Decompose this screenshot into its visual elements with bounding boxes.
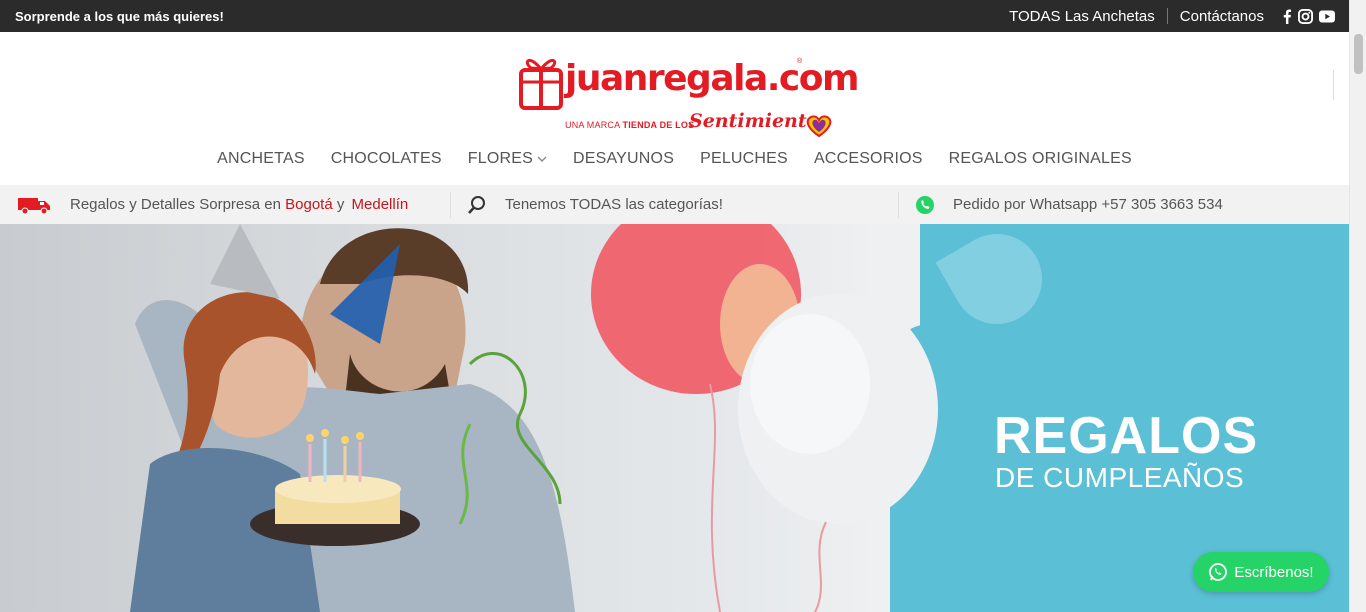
whatsapp-button-label: Escríbenos!: [1234, 563, 1314, 581]
site-header: juanregala.com ® UNA MARCA TIENDA DE LOS…: [0, 32, 1349, 185]
city-bogota-link[interactable]: Bogotá: [285, 196, 333, 213]
whatsapp-chat-button[interactable]: Escríbenos!: [1193, 552, 1329, 592]
instagram-icon[interactable]: [1298, 8, 1313, 24]
gift-logo-icon: [519, 59, 563, 110]
nav-label: PELUCHES: [700, 150, 788, 167]
nav-item-desayunos[interactable]: DESAYUNOS: [573, 150, 674, 168]
nav-label: ANCHETAS: [217, 150, 305, 167]
delivery-connector: y: [336, 196, 345, 213]
nav-label: DESAYUNOS: [572, 150, 675, 167]
chevron-down-icon: [537, 156, 547, 162]
hero-banner[interactable]: REGALOS DE CUMPLEAÑOS: [0, 224, 1349, 612]
delivery-info: Regalos y Detalles Sorpresa en Bogotá y …: [0, 185, 450, 224]
top-bar: Sorprende a los que más quieres! TODAS L…: [0, 0, 1349, 32]
nav-label: CHOCOLATES: [330, 150, 442, 167]
whatsapp-icon: [1209, 563, 1228, 581]
page-scrollbar[interactable]: [1349, 0, 1366, 612]
hero-title: REGALOS: [994, 407, 1259, 465]
logo-sub-bold: TIENDA DE LOS: [622, 120, 695, 130]
nav-label: ACCESORIOS: [813, 150, 923, 167]
link-contactanos[interactable]: Contáctanos: [1180, 8, 1264, 25]
header-divider: [1333, 70, 1334, 100]
whatsapp-text: Pedido por Whatsapp +57 305 3663 534: [953, 196, 1223, 213]
top-tagline: Sorprende a los que más quieres!: [15, 8, 224, 24]
top-links: TODAS Las Anchetas Contáctanos: [1009, 8, 1335, 25]
search-icon: [468, 195, 485, 214]
hero-photo-illustration: [130, 224, 938, 612]
nav-label: REGALOS ORIGINALES: [948, 150, 1132, 167]
whatsapp-info[interactable]: Pedido por Whatsapp +57 305 3663 534: [898, 191, 1223, 218]
whatsapp-icon: [916, 195, 934, 214]
page: Sorprende a los que más quieres! TODAS L…: [0, 0, 1366, 612]
link-todas-anchetas[interactable]: TODAS Las Anchetas: [1009, 8, 1155, 25]
heart-logo-icon: [806, 115, 832, 138]
logo-brand-text: juanregala.com: [565, 58, 860, 99]
facebook-icon[interactable]: [1282, 8, 1292, 24]
site-logo[interactable]: juanregala.com ® UNA MARCA TIENDA DE LOS…: [519, 52, 860, 138]
nav-label: FLORES: [467, 150, 533, 167]
nav-item-anchetas[interactable]: ANCHETAS: [217, 150, 305, 168]
city-medellin-link[interactable]: Medellín: [352, 196, 409, 213]
logo-sub-prefix: UNA MARCA: [565, 120, 620, 130]
nav-item-accesorios[interactable]: ACCESORIOS: [814, 150, 923, 168]
logo-subline: UNA MARCA TIENDA DE LOS: [565, 120, 694, 130]
delivery-truck-icon: [18, 197, 50, 214]
nav-item-chocolates[interactable]: CHOCOLATES: [331, 150, 442, 168]
nav-item-regalos-originales[interactable]: REGALOS ORIGINALES: [949, 150, 1132, 168]
youtube-icon[interactable]: [1319, 10, 1335, 23]
delivery-text: Regalos y Detalles Sorpresa en Bogotá y …: [70, 196, 408, 213]
top-separator: [1166, 8, 1168, 24]
social-links: [1282, 8, 1335, 24]
nav-item-flores[interactable]: FLORES: [468, 150, 547, 168]
nav-item-peluches[interactable]: PELUCHES: [700, 150, 788, 168]
logo-registered-mark: ®: [797, 58, 803, 65]
scrollbar-thumb[interactable]: [1354, 34, 1363, 74]
info-bar: Regalos y Detalles Sorpresa en Bogotá y …: [0, 185, 1349, 224]
categories-info[interactable]: Tenemos TODAS las categorías!: [450, 191, 898, 218]
hero-subtitle: DE CUMPLEAÑOS: [995, 462, 1245, 493]
categories-text: Tenemos TODAS las categorías!: [505, 196, 723, 213]
main-nav: ANCHETAS CHOCOLATES FLORES DESAYUNOS PEL…: [0, 150, 1349, 168]
delivery-text-main: Regalos y Detalles Sorpresa en: [70, 196, 281, 213]
